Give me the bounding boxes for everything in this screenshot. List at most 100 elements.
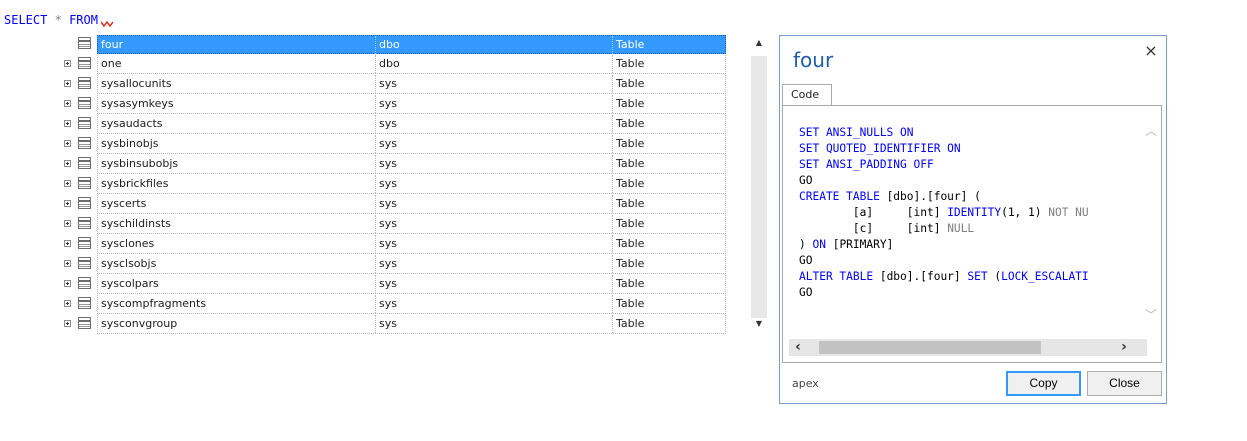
completion-row[interactable]: syscerts sys Table (62, 194, 726, 214)
code-token: GO (799, 286, 813, 299)
code-view[interactable]: SET ANSI_NULLS ON SET QUOTED_IDENTIFIER O… (799, 125, 1143, 315)
code-line: GO (799, 285, 1143, 301)
completion-row[interactable]: sysbinsubobjs sys Table (62, 154, 726, 174)
completion-row-cells[interactable]: sysbrickfiles sys Table (97, 175, 726, 194)
plus-expander-icon[interactable] (64, 60, 71, 67)
plus-expander-icon[interactable] (64, 300, 71, 307)
code-token: ( (987, 270, 1002, 283)
code-token: [a] [int] (799, 206, 948, 219)
plus-expander-icon[interactable] (64, 240, 71, 247)
close-icon[interactable]: × (1144, 43, 1158, 59)
scroll-right-icon[interactable]: › (1115, 339, 1133, 356)
plus-expander-icon[interactable] (64, 280, 71, 287)
completion-row[interactable]: one dbo Table (62, 54, 726, 74)
code-horizontal-scrollbar[interactable]: ‹ › (789, 339, 1147, 356)
schema-cell: dbo (376, 55, 613, 73)
scroll-down-icon[interactable]: ﹀ (1144, 308, 1158, 322)
plus-expander-icon[interactable] (64, 120, 71, 127)
scrollbar-track[interactable] (751, 56, 767, 318)
plus-expander-icon[interactable] (64, 80, 71, 87)
completion-list-scrollbar[interactable]: ▲ ▼ (750, 34, 768, 332)
completion-list[interactable]: four dbo Table one dbo Table sysallocunits sys T… (62, 34, 726, 334)
object-name-cell: sysbinsubobjs (98, 155, 376, 173)
type-cell: Table (616, 38, 645, 51)
completion-row-cells[interactable]: syschildinsts sys Table (97, 215, 726, 234)
completion-row[interactable]: sysconvgroup sys Table (62, 314, 726, 334)
table-icon (78, 217, 91, 229)
completion-row[interactable]: syschildinsts sys Table (62, 214, 726, 234)
plus-expander-icon[interactable] (64, 320, 71, 327)
plus-expander-icon[interactable] (64, 180, 71, 187)
plus-expander-icon[interactable] (64, 160, 71, 167)
code-token: SET (967, 270, 988, 283)
code-line: [c] [int] NULL (799, 221, 1143, 237)
completion-row-cells[interactable]: sysbinsubobjs sys Table (97, 155, 726, 174)
completion-row-cells[interactable]: sysallocunits sys Table (97, 75, 726, 94)
completion-row-cells[interactable]: one dbo Table (97, 55, 726, 74)
schema-cell: sys (376, 95, 613, 113)
code-token: ON (812, 238, 826, 251)
code-token: ) (799, 238, 813, 251)
plus-expander-icon[interactable] (64, 200, 71, 207)
copy-button[interactable]: Copy (1006, 371, 1081, 396)
completion-row-cells[interactable]: sysclsobjs sys Table (97, 255, 726, 274)
completion-row[interactable]: four dbo Table (62, 34, 726, 54)
type-cell: Table (616, 217, 645, 230)
code-token: [PRIMARY] (825, 238, 894, 251)
definition-popup: four × Code SET ANSI_NULLS ON SET QUOTED_… (779, 35, 1167, 404)
completion-row[interactable]: sysaudacts sys Table (62, 114, 726, 134)
object-name-cell: sysclones (98, 235, 376, 253)
schema-cell: sys (376, 75, 613, 93)
completion-row[interactable]: sysbinobjs sys Table (62, 134, 726, 154)
close-button[interactable]: Close (1087, 371, 1162, 396)
completion-row-cells[interactable]: syscerts sys Table (97, 195, 726, 214)
type-cell: Table (616, 297, 645, 310)
completion-row-cells[interactable]: sysaudacts sys Table (97, 115, 726, 134)
completion-row[interactable]: sysasymkeys sys Table (62, 94, 726, 114)
type-cell: Table (616, 197, 645, 210)
schema-cell: sys (376, 135, 613, 153)
sql-editor-line[interactable]: SELECT * FROM (4, 13, 98, 27)
schema-cell: sys (376, 275, 613, 293)
scroll-up-icon[interactable]: ▲ (750, 36, 768, 50)
scroll-down-icon[interactable]: ▼ (750, 317, 768, 331)
completion-row[interactable]: sysclsobjs sys Table (62, 254, 726, 274)
type-cell: Table (616, 257, 645, 270)
completion-row-cells[interactable]: syscompfragments sys Table (97, 295, 726, 314)
schema-cell: sys (376, 215, 613, 233)
object-name-cell: one (98, 55, 376, 73)
completion-row[interactable]: syscolpars sys Table (62, 274, 726, 294)
type-cell: Table (616, 117, 645, 130)
completion-row[interactable]: sysbrickfiles sys Table (62, 174, 726, 194)
table-icon (78, 77, 91, 89)
scroll-left-icon[interactable]: ‹ (789, 339, 807, 356)
code-line: GO (799, 253, 1143, 269)
table-icon (78, 177, 91, 189)
completion-row-cells[interactable]: sysbinobjs sys Table (97, 135, 726, 154)
completion-row[interactable]: syscompfragments sys Table (62, 294, 726, 314)
plus-expander-icon[interactable] (64, 100, 71, 107)
type-cell: Table (616, 57, 645, 70)
scroll-up-icon[interactable]: ︿ (1144, 124, 1158, 138)
completion-row-cells[interactable]: four dbo Table (97, 35, 726, 54)
table-icon (78, 317, 91, 329)
code-token: [dbo].[four] ( (879, 190, 981, 203)
schema-cell: sys (376, 255, 613, 273)
completion-row-cells[interactable]: sysclones sys Table (97, 235, 726, 254)
scrollbar-thumb[interactable] (819, 341, 1041, 354)
schema-cell: sys (376, 315, 613, 333)
code-token: CREATE TABLE (799, 190, 880, 203)
completion-row-cells[interactable]: sysconvgroup sys Table (97, 315, 726, 334)
type-cell: Table (616, 237, 645, 250)
plus-expander-icon[interactable] (64, 260, 71, 267)
tab-code[interactable]: Code (782, 84, 832, 105)
completion-row-cells[interactable]: sysasymkeys sys Table (97, 95, 726, 114)
completion-row-cells[interactable]: syscolpars sys Table (97, 275, 726, 294)
completion-row[interactable]: sysclones sys Table (62, 234, 726, 254)
plus-expander-icon[interactable] (64, 220, 71, 227)
code-line: SET QUOTED_IDENTIFIER ON (799, 141, 1143, 157)
plus-expander-icon[interactable] (64, 140, 71, 147)
code-token: [c] [int] (799, 222, 948, 235)
code-vertical-scrollbar[interactable]: ︿ ﹀ (1144, 124, 1158, 322)
completion-row[interactable]: sysallocunits sys Table (62, 74, 726, 94)
